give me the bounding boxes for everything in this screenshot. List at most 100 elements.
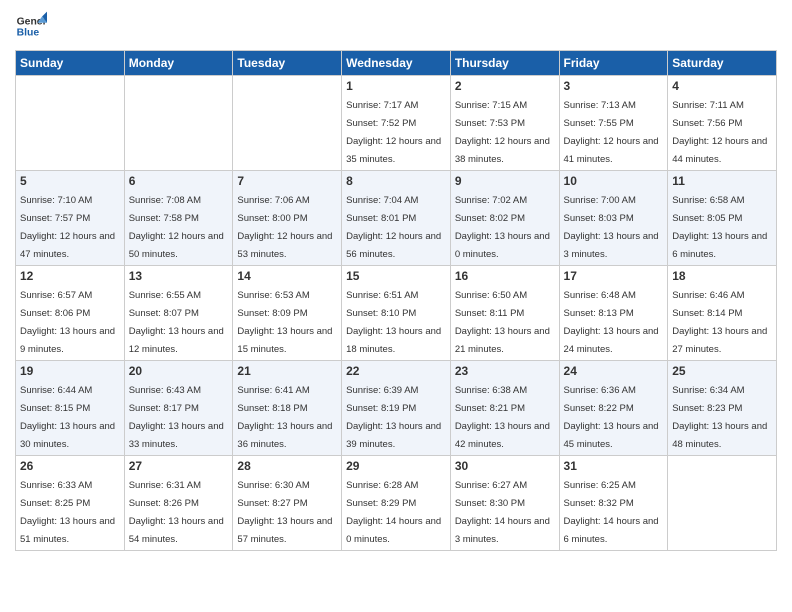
day-cell: 18 Sunrise: 6:46 AMSunset: 8:14 PMDaylig… (668, 266, 777, 361)
weekday-header-monday: Monday (124, 51, 233, 76)
week-row-1: 1 Sunrise: 7:17 AMSunset: 7:52 PMDayligh… (16, 76, 777, 171)
logo: General Blue (15, 10, 47, 42)
day-cell: 28 Sunrise: 6:30 AMSunset: 8:27 PMDaylig… (233, 456, 342, 551)
day-info: Sunrise: 6:48 AMSunset: 8:13 PMDaylight:… (564, 290, 659, 355)
day-cell: 12 Sunrise: 6:57 AMSunset: 8:06 PMDaylig… (16, 266, 125, 361)
day-info: Sunrise: 6:50 AMSunset: 8:11 PMDaylight:… (455, 290, 550, 355)
week-row-4: 19 Sunrise: 6:44 AMSunset: 8:15 PMDaylig… (16, 361, 777, 456)
day-info: Sunrise: 6:44 AMSunset: 8:15 PMDaylight:… (20, 385, 115, 450)
day-cell: 3 Sunrise: 7:13 AMSunset: 7:55 PMDayligh… (559, 76, 668, 171)
day-cell: 13 Sunrise: 6:55 AMSunset: 8:07 PMDaylig… (124, 266, 233, 361)
day-number: 11 (672, 174, 772, 188)
day-number: 25 (672, 364, 772, 378)
day-cell: 14 Sunrise: 6:53 AMSunset: 8:09 PMDaylig… (233, 266, 342, 361)
day-info: Sunrise: 6:55 AMSunset: 8:07 PMDaylight:… (129, 290, 224, 355)
weekday-header-tuesday: Tuesday (233, 51, 342, 76)
day-number: 22 (346, 364, 446, 378)
day-number: 8 (346, 174, 446, 188)
day-number: 3 (564, 79, 664, 93)
weekday-header-row: SundayMondayTuesdayWednesdayThursdayFrid… (16, 51, 777, 76)
day-number: 30 (455, 459, 555, 473)
day-info: Sunrise: 7:06 AMSunset: 8:00 PMDaylight:… (237, 195, 332, 260)
header: General Blue (15, 10, 777, 42)
weekday-header-wednesday: Wednesday (342, 51, 451, 76)
day-cell: 11 Sunrise: 6:58 AMSunset: 8:05 PMDaylig… (668, 171, 777, 266)
week-row-3: 12 Sunrise: 6:57 AMSunset: 8:06 PMDaylig… (16, 266, 777, 361)
day-info: Sunrise: 6:30 AMSunset: 8:27 PMDaylight:… (237, 480, 332, 545)
day-cell: 4 Sunrise: 7:11 AMSunset: 7:56 PMDayligh… (668, 76, 777, 171)
day-cell: 16 Sunrise: 6:50 AMSunset: 8:11 PMDaylig… (450, 266, 559, 361)
day-number: 23 (455, 364, 555, 378)
day-info: Sunrise: 6:36 AMSunset: 8:22 PMDaylight:… (564, 385, 659, 450)
day-cell: 21 Sunrise: 6:41 AMSunset: 8:18 PMDaylig… (233, 361, 342, 456)
day-cell: 22 Sunrise: 6:39 AMSunset: 8:19 PMDaylig… (342, 361, 451, 456)
day-number: 15 (346, 269, 446, 283)
day-number: 29 (346, 459, 446, 473)
day-cell: 6 Sunrise: 7:08 AMSunset: 7:58 PMDayligh… (124, 171, 233, 266)
day-cell: 1 Sunrise: 7:17 AMSunset: 7:52 PMDayligh… (342, 76, 451, 171)
day-info: Sunrise: 7:10 AMSunset: 7:57 PMDaylight:… (20, 195, 115, 260)
weekday-header-thursday: Thursday (450, 51, 559, 76)
day-number: 31 (564, 459, 664, 473)
day-info: Sunrise: 6:51 AMSunset: 8:10 PMDaylight:… (346, 290, 441, 355)
day-number: 2 (455, 79, 555, 93)
day-cell: 9 Sunrise: 7:02 AMSunset: 8:02 PMDayligh… (450, 171, 559, 266)
day-cell: 8 Sunrise: 7:04 AMSunset: 8:01 PMDayligh… (342, 171, 451, 266)
day-cell: 2 Sunrise: 7:15 AMSunset: 7:53 PMDayligh… (450, 76, 559, 171)
day-cell: 29 Sunrise: 6:28 AMSunset: 8:29 PMDaylig… (342, 456, 451, 551)
day-info: Sunrise: 6:43 AMSunset: 8:17 PMDaylight:… (129, 385, 224, 450)
day-cell: 15 Sunrise: 6:51 AMSunset: 8:10 PMDaylig… (342, 266, 451, 361)
day-info: Sunrise: 6:39 AMSunset: 8:19 PMDaylight:… (346, 385, 441, 450)
day-number: 10 (564, 174, 664, 188)
day-number: 4 (672, 79, 772, 93)
calendar: SundayMondayTuesdayWednesdayThursdayFrid… (15, 50, 777, 551)
day-number: 1 (346, 79, 446, 93)
day-cell (124, 76, 233, 171)
day-info: Sunrise: 7:11 AMSunset: 7:56 PMDaylight:… (672, 100, 767, 165)
day-cell: 27 Sunrise: 6:31 AMSunset: 8:26 PMDaylig… (124, 456, 233, 551)
day-number: 20 (129, 364, 229, 378)
day-cell: 20 Sunrise: 6:43 AMSunset: 8:17 PMDaylig… (124, 361, 233, 456)
day-info: Sunrise: 6:53 AMSunset: 8:09 PMDaylight:… (237, 290, 332, 355)
logo-icon: General Blue (15, 10, 47, 42)
day-number: 28 (237, 459, 337, 473)
day-number: 21 (237, 364, 337, 378)
day-cell: 30 Sunrise: 6:27 AMSunset: 8:30 PMDaylig… (450, 456, 559, 551)
day-info: Sunrise: 6:27 AMSunset: 8:30 PMDaylight:… (455, 480, 550, 545)
day-info: Sunrise: 7:15 AMSunset: 7:53 PMDaylight:… (455, 100, 550, 165)
day-info: Sunrise: 7:04 AMSunset: 8:01 PMDaylight:… (346, 195, 441, 260)
weekday-header-saturday: Saturday (668, 51, 777, 76)
day-number: 17 (564, 269, 664, 283)
day-info: Sunrise: 6:41 AMSunset: 8:18 PMDaylight:… (237, 385, 332, 450)
day-cell: 7 Sunrise: 7:06 AMSunset: 8:00 PMDayligh… (233, 171, 342, 266)
day-cell: 17 Sunrise: 6:48 AMSunset: 8:13 PMDaylig… (559, 266, 668, 361)
day-info: Sunrise: 7:08 AMSunset: 7:58 PMDaylight:… (129, 195, 224, 260)
day-info: Sunrise: 7:13 AMSunset: 7:55 PMDaylight:… (564, 100, 659, 165)
day-cell: 10 Sunrise: 7:00 AMSunset: 8:03 PMDaylig… (559, 171, 668, 266)
day-cell (233, 76, 342, 171)
day-number: 18 (672, 269, 772, 283)
day-info: Sunrise: 6:38 AMSunset: 8:21 PMDaylight:… (455, 385, 550, 450)
day-info: Sunrise: 7:02 AMSunset: 8:02 PMDaylight:… (455, 195, 550, 260)
day-cell: 5 Sunrise: 7:10 AMSunset: 7:57 PMDayligh… (16, 171, 125, 266)
day-info: Sunrise: 6:33 AMSunset: 8:25 PMDaylight:… (20, 480, 115, 545)
day-cell: 31 Sunrise: 6:25 AMSunset: 8:32 PMDaylig… (559, 456, 668, 551)
day-number: 9 (455, 174, 555, 188)
day-info: Sunrise: 6:34 AMSunset: 8:23 PMDaylight:… (672, 385, 767, 450)
weekday-header-friday: Friday (559, 51, 668, 76)
day-info: Sunrise: 6:58 AMSunset: 8:05 PMDaylight:… (672, 195, 767, 260)
day-cell: 26 Sunrise: 6:33 AMSunset: 8:25 PMDaylig… (16, 456, 125, 551)
day-cell (16, 76, 125, 171)
page: General Blue SundayMondayTuesdayWednesda… (0, 0, 792, 612)
day-info: Sunrise: 6:25 AMSunset: 8:32 PMDaylight:… (564, 480, 659, 545)
day-number: 12 (20, 269, 120, 283)
day-cell: 24 Sunrise: 6:36 AMSunset: 8:22 PMDaylig… (559, 361, 668, 456)
day-number: 14 (237, 269, 337, 283)
svg-text:Blue: Blue (17, 28, 40, 39)
day-cell: 25 Sunrise: 6:34 AMSunset: 8:23 PMDaylig… (668, 361, 777, 456)
day-info: Sunrise: 6:46 AMSunset: 8:14 PMDaylight:… (672, 290, 767, 355)
day-number: 6 (129, 174, 229, 188)
week-row-5: 26 Sunrise: 6:33 AMSunset: 8:25 PMDaylig… (16, 456, 777, 551)
day-number: 27 (129, 459, 229, 473)
day-info: Sunrise: 6:57 AMSunset: 8:06 PMDaylight:… (20, 290, 115, 355)
